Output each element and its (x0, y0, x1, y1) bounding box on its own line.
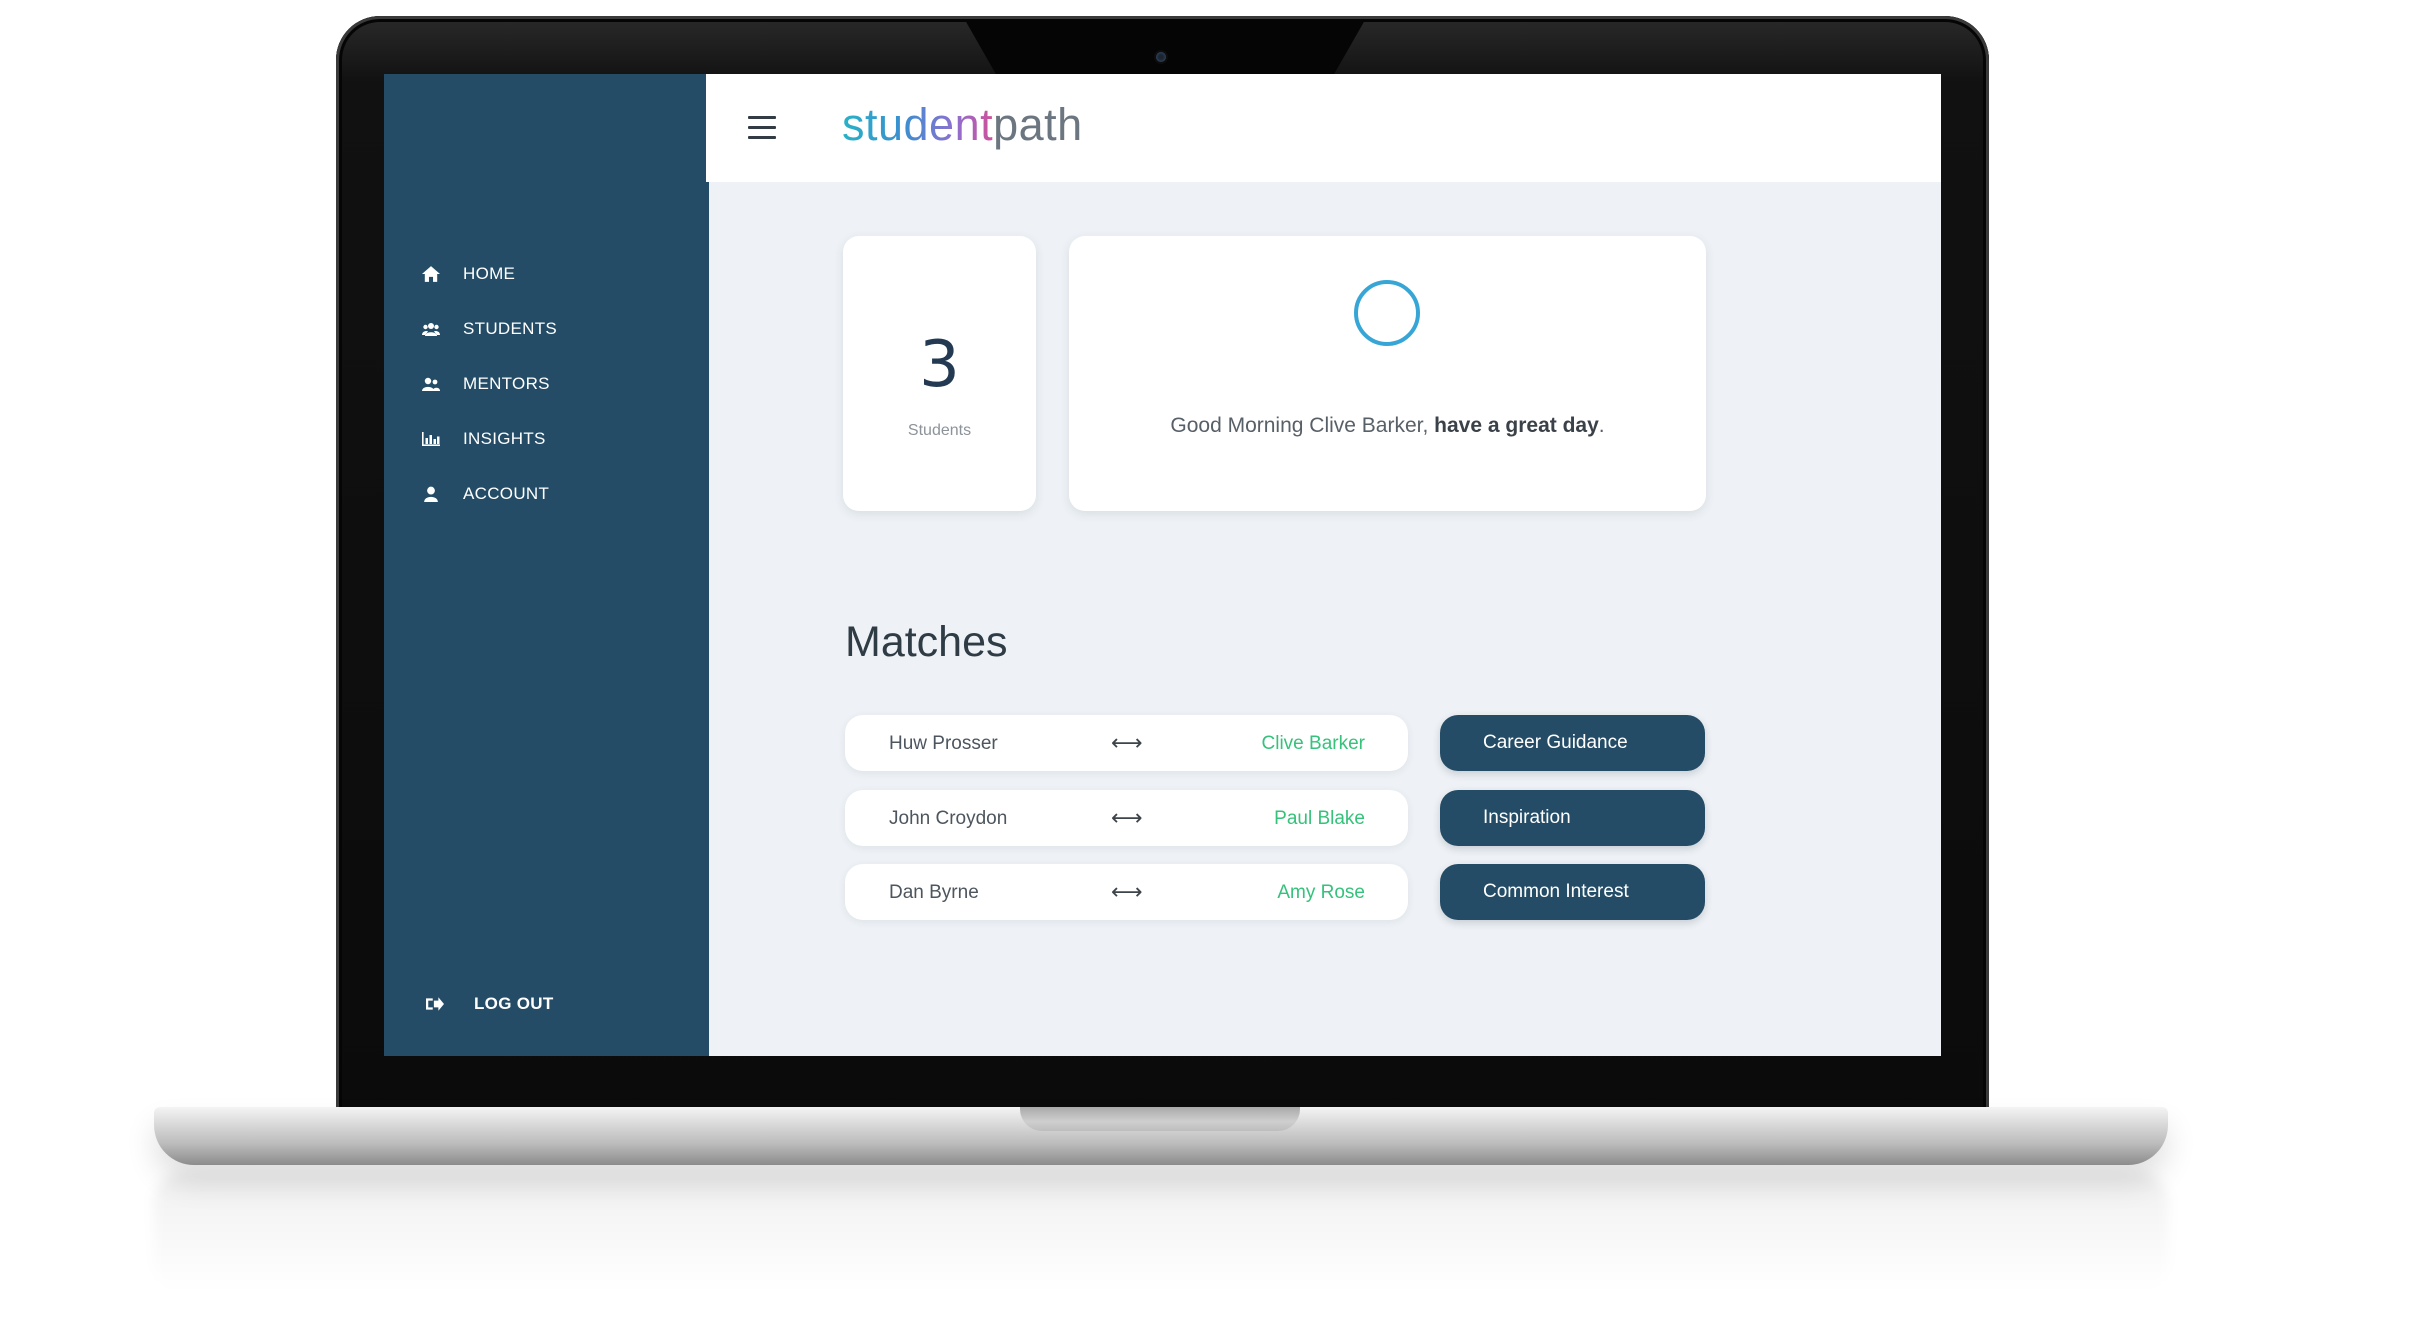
match-reason-button[interactable]: Career Guidance (1440, 715, 1705, 771)
double-arrow-icon: ⟷ (1111, 880, 1143, 905)
loading-ring-icon (1354, 280, 1420, 346)
matches-title: Matches (845, 618, 1008, 666)
students-label: Students (907, 422, 972, 439)
match-mentor-name: Clive Barker (1261, 733, 1365, 754)
match-reason-button[interactable]: Inspiration (1440, 790, 1705, 846)
sidebar-item-label: ACCOUNT (463, 483, 550, 503)
sidebar-item-label: INSIGHTS (463, 428, 546, 448)
match-mentor-name: Amy Rose (1277, 882, 1365, 903)
mentors-icon (420, 375, 442, 393)
sidebar-item-insights[interactable]: INSIGHTS (420, 411, 557, 466)
logo-part-path: path (993, 99, 1083, 150)
sidebar-item-students[interactable]: STUDENTS (420, 301, 557, 356)
match-row[interactable]: Dan Byrne ⟷ Amy Rose (845, 864, 1408, 920)
students-count: 3 (919, 328, 960, 402)
logout-label: LOG OUT (474, 994, 554, 1013)
home-icon (420, 265, 442, 283)
match-row[interactable]: John Croydon ⟷ Paul Blake (845, 790, 1408, 846)
greeting-message: Good Morning Clive Barker, have a great … (1069, 414, 1706, 438)
students-stat-card: 3 Students (843, 236, 1036, 511)
match-student-name: Huw Prosser (889, 733, 998, 754)
greeting-prefix: Good Morning Clive Barker, (1170, 414, 1435, 437)
top-bar: studentpath (706, 74, 1941, 182)
greeting-suffix: . (1598, 414, 1605, 437)
hamburger-menu-icon[interactable] (748, 116, 776, 140)
match-student-name: Dan Byrne (889, 882, 979, 903)
sidebar-item-label: STUDENTS (463, 318, 558, 338)
greeting-emphasis: have a great day (1434, 414, 1599, 437)
match-mentor-name: Paul Blake (1274, 808, 1365, 829)
user-icon (420, 485, 442, 503)
logo-part-student: student (842, 99, 994, 150)
greeting-card: Good Morning Clive Barker, have a great … (1069, 236, 1706, 511)
laptop-hinge-notch (1020, 1107, 1300, 1131)
double-arrow-icon: ⟷ (1111, 806, 1143, 831)
sidebar-item-home[interactable]: HOME (420, 246, 557, 301)
app-screen: HOME STUDENTS MENTORS INSIGHTS ACCOUNT L… (384, 74, 1941, 1056)
sidebar-item-account[interactable]: ACCOUNT (420, 466, 557, 521)
match-row[interactable]: Huw Prosser ⟷ Clive Barker (845, 715, 1408, 771)
sidebar: HOME STUDENTS MENTORS INSIGHTS ACCOUNT L… (384, 74, 709, 1056)
sidebar-nav: HOME STUDENTS MENTORS INSIGHTS ACCOUNT (420, 246, 557, 521)
laptop-reflection (154, 1172, 2168, 1292)
logout-button[interactable]: LOG OUT (424, 994, 554, 1014)
bar-chart-icon (420, 430, 442, 448)
users-icon (420, 320, 442, 338)
match-reason-button[interactable]: Common Interest (1440, 864, 1705, 920)
sidebar-item-label: MENTORS (463, 373, 550, 393)
sign-out-icon (424, 995, 446, 1013)
laptop-bezel-notch (965, 20, 1365, 76)
sidebar-item-mentors[interactable]: MENTORS (420, 356, 557, 411)
match-student-name: John Croydon (889, 808, 1008, 829)
sidebar-item-label: HOME (463, 263, 516, 283)
camera-icon (1156, 52, 1166, 62)
double-arrow-icon: ⟷ (1111, 731, 1143, 756)
app-logo[interactable]: studentpath (842, 98, 1083, 152)
